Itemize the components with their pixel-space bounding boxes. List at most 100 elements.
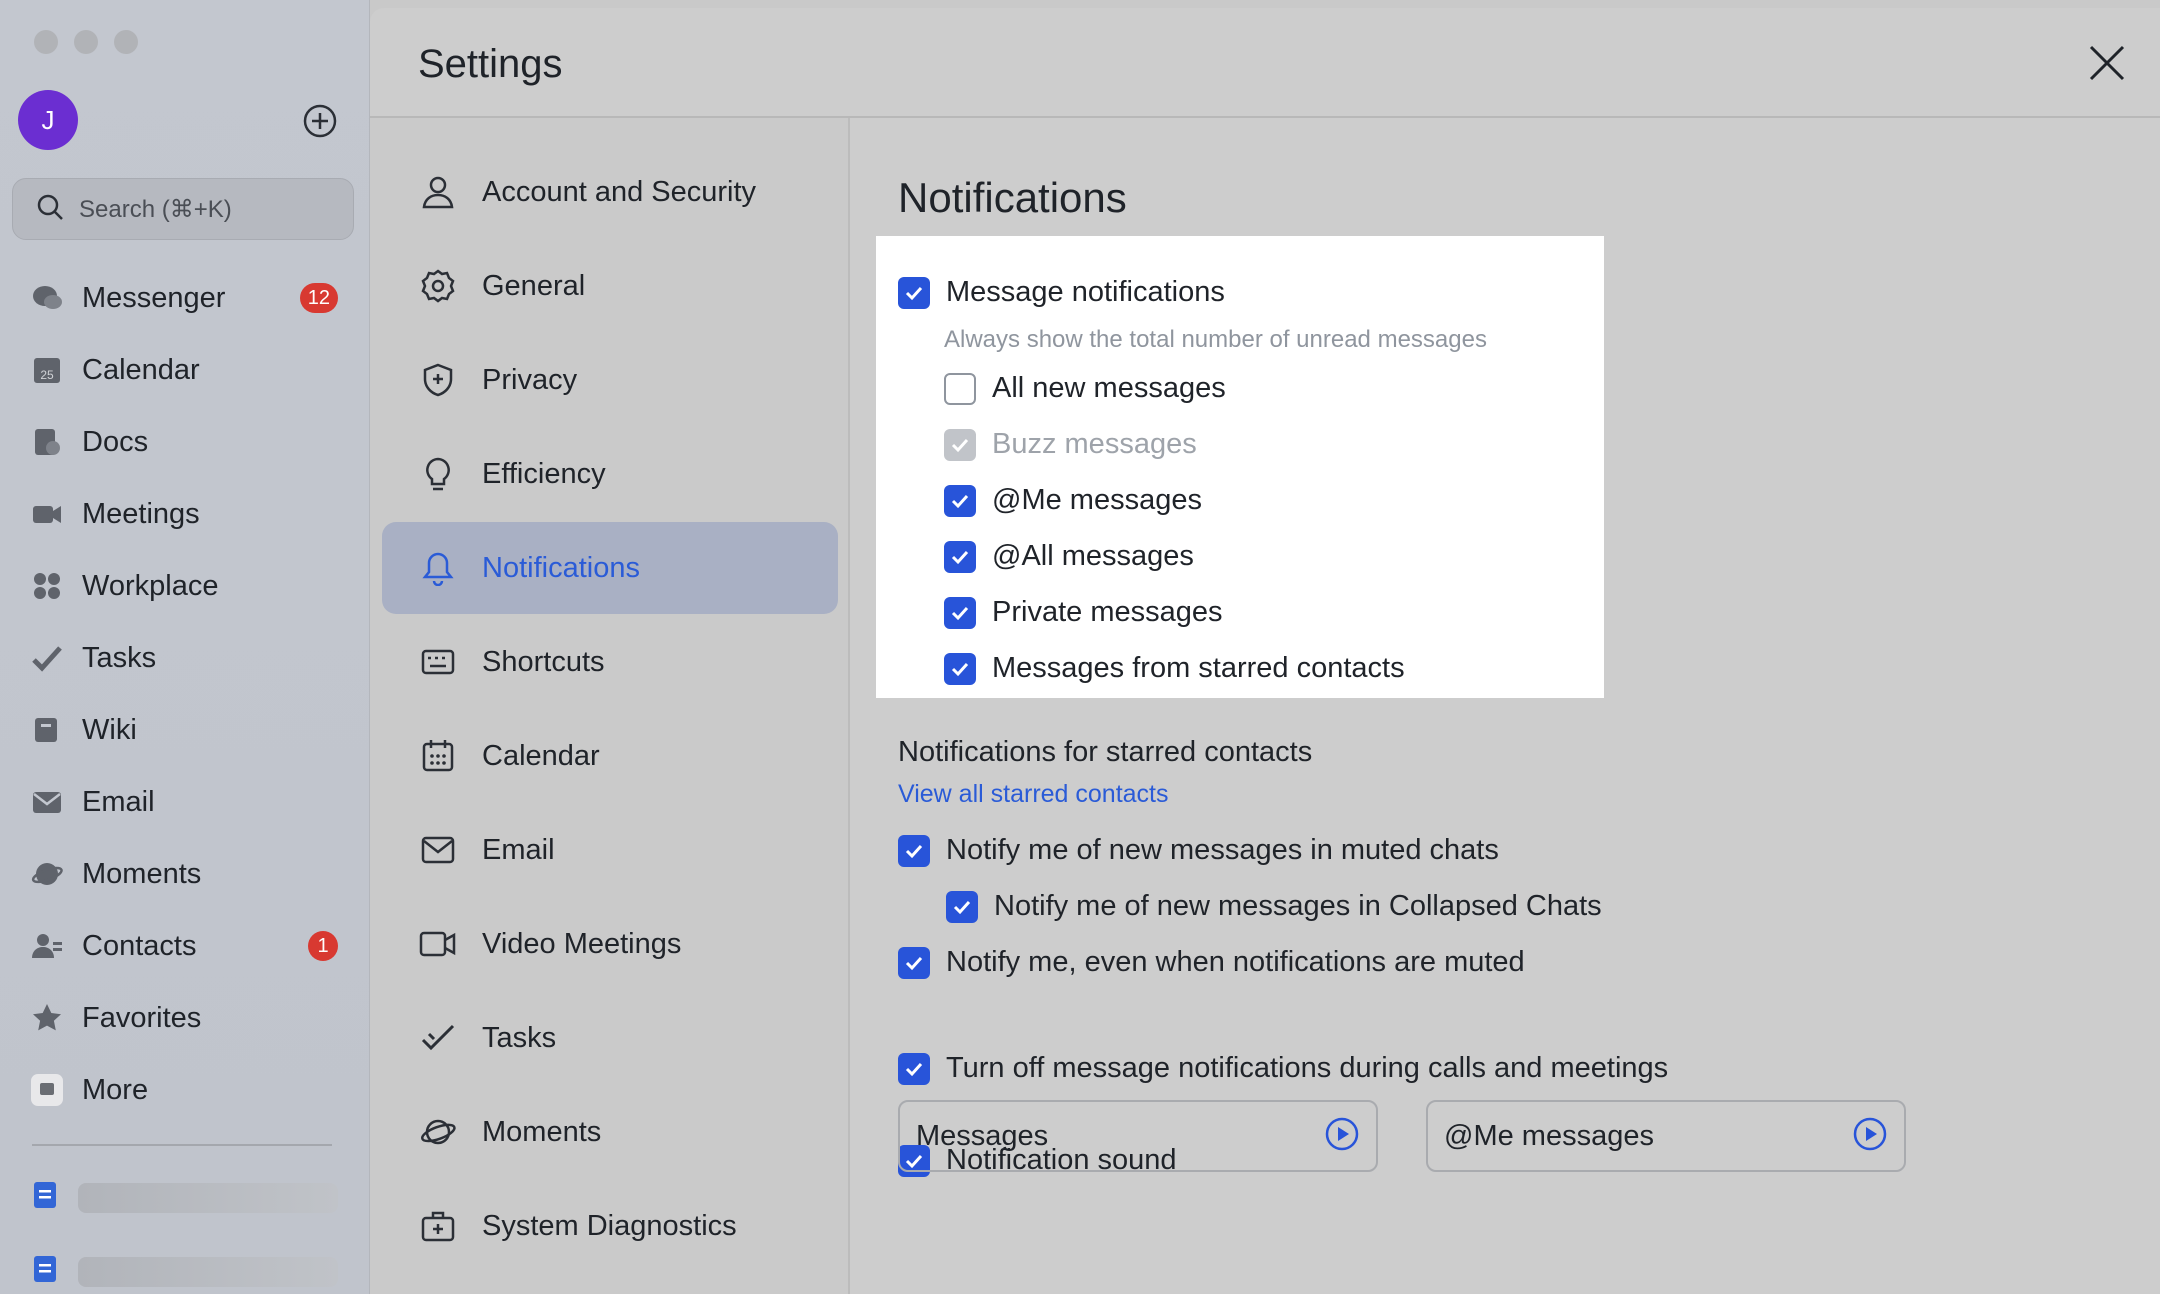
sound-select-me-messages[interactable]: @Me messages [1426, 1100, 1906, 1172]
keyboard-icon [418, 642, 458, 682]
doc-icon [30, 1180, 60, 1215]
sidebar-item-messenger[interactable]: Messenger 12 [30, 270, 350, 326]
sidebar-item-label: Moments [82, 857, 202, 890]
search-icon [35, 192, 65, 227]
checkbox-label: Private messages [992, 596, 1223, 628]
option-notify-when-muted[interactable]: Notify me, even when notifications are m… [898, 946, 1525, 979]
checkbox-label: @Me messages [992, 484, 1202, 516]
contacts-icon [30, 929, 64, 963]
checkbox-label: Message notifications [946, 276, 1225, 308]
sidebar-item-more[interactable]: More [30, 1062, 350, 1118]
sidebar-item-email[interactable]: Email [30, 774, 350, 830]
sidebar-item-workplace[interactable]: Workplace [30, 558, 350, 614]
doc-title-placeholder [78, 1182, 338, 1213]
toolbox-icon [418, 1206, 458, 1246]
sidebar-item-label: Favorites [82, 1001, 202, 1034]
sidebar-item-label: Wiki [82, 713, 137, 746]
workplace-icon [30, 569, 64, 603]
option-starred-contacts[interactable]: Messages from starred contacts [944, 652, 1405, 685]
option-all-messages[interactable]: @All messages [944, 540, 1194, 573]
menu-item-label: Video Meetings [482, 927, 682, 960]
close-window-button[interactable] [34, 30, 58, 54]
doc-icon [30, 1254, 60, 1289]
play-icon[interactable] [1852, 1116, 1888, 1157]
option-all-new-messages[interactable]: All new messages [944, 372, 1226, 405]
checkbox-checked-icon[interactable] [944, 652, 976, 685]
checkbox-checked-icon[interactable] [946, 890, 978, 923]
menu-item-tasks[interactable]: Tasks [382, 992, 838, 1084]
checkbox-checked-icon[interactable] [898, 946, 930, 979]
wiki-icon [30, 713, 64, 747]
sound-select-messages[interactable]: Messages [898, 1100, 1378, 1172]
unread-badge: 12 [299, 283, 338, 313]
menu-item-efficiency[interactable]: Efficiency [382, 428, 838, 520]
sound-select-label: Messages [916, 1119, 1049, 1152]
add-icon[interactable] [302, 103, 338, 139]
menu-item-general[interactable]: General [382, 240, 838, 332]
sidebar-item-contacts[interactable]: Contacts 1 [30, 918, 350, 974]
shield-icon [418, 360, 458, 400]
sidebar-item-meetings[interactable]: Meetings [30, 486, 350, 542]
menu-item-moments[interactable]: Moments [382, 1086, 838, 1178]
menu-item-calendar[interactable]: Calendar [382, 710, 838, 802]
email-icon [30, 785, 64, 819]
checkbox-checked-icon[interactable] [898, 1052, 930, 1085]
menu-item-email[interactable]: Email [382, 804, 838, 896]
checkbox-label: Notify me, even when notifications are m… [946, 946, 1525, 978]
option-calls-meetings[interactable]: Turn off message notifications during ca… [898, 1052, 1668, 1085]
checkbox-label: All new messages [992, 372, 1226, 404]
checkbox-label: @All messages [992, 540, 1194, 572]
checkbox-unchecked-icon[interactable] [944, 372, 976, 405]
checkbox-checked-icon[interactable] [898, 834, 930, 867]
menu-item-label: Account and Security [482, 175, 757, 208]
menu-item-label: Calendar [482, 739, 600, 772]
app-sidebar: J Search (⌘+K) Messenger 12 25 Calendar … [0, 0, 370, 1294]
maximize-window-button[interactable] [114, 30, 138, 54]
sidebar-item-moments[interactable]: Moments [30, 846, 350, 902]
recent-doc-item[interactable] [30, 1254, 338, 1289]
search-placeholder: Search (⌘+K) [79, 195, 232, 223]
menu-item-label: General [482, 269, 586, 302]
option-private-messages[interactable]: Private messages [944, 596, 1223, 629]
sidebar-divider [32, 1144, 332, 1146]
checkbox-checked-icon[interactable] [944, 540, 976, 573]
menu-item-notifications[interactable]: Notifications [382, 522, 838, 614]
checkbox-checked-icon[interactable] [944, 484, 976, 517]
sidebar-item-label: More [82, 1073, 149, 1106]
menu-item-privacy[interactable]: Privacy [382, 334, 838, 426]
sidebar-item-tasks[interactable]: Tasks [30, 630, 350, 686]
menu-item-shortcuts[interactable]: Shortcuts [382, 616, 838, 708]
menu-item-label: Email [482, 833, 555, 866]
checkbox-checked-icon[interactable] [944, 596, 976, 629]
message-notifications-checkbox[interactable]: Message notifications [898, 276, 1225, 309]
unread-badge: 1 [308, 931, 338, 961]
doc-title-placeholder [78, 1256, 338, 1287]
minimize-window-button[interactable] [74, 30, 98, 54]
sidebar-item-wiki[interactable]: Wiki [30, 702, 350, 758]
option-me-messages[interactable]: @Me messages [944, 484, 1202, 517]
svg-text:25: 25 [40, 368, 54, 382]
sidebar-item-docs[interactable]: Docs [30, 414, 350, 470]
menu-item-video-meetings[interactable]: Video Meetings [382, 898, 838, 990]
sidebar-item-label: Email [82, 785, 155, 818]
sidebar-item-favorites[interactable]: Favorites [30, 990, 350, 1046]
tasks-icon [30, 641, 64, 675]
sidebar-item-label: Calendar [82, 353, 200, 386]
play-icon[interactable] [1324, 1116, 1360, 1157]
messenger-icon [30, 281, 64, 315]
avatar[interactable]: J [18, 90, 78, 150]
menu-item-label: Notifications [482, 551, 640, 584]
settings-header: Settings [370, 8, 2160, 118]
view-starred-contacts-link[interactable]: View all starred contacts [898, 780, 1169, 809]
menu-item-label: Shortcuts [482, 645, 605, 678]
menu-item-account-security[interactable]: Account and Security [382, 146, 838, 238]
recent-doc-item[interactable] [30, 1180, 338, 1215]
checkbox-checked-icon[interactable] [898, 276, 930, 309]
option-collapsed-chats[interactable]: Notify me of new messages in Collapsed C… [946, 890, 1602, 923]
close-icon[interactable] [2080, 36, 2134, 90]
menu-item-system-diagnostics[interactable]: System Diagnostics [382, 1180, 838, 1272]
option-muted-chats[interactable]: Notify me of new messages in muted chats [898, 834, 1499, 867]
search-box[interactable]: Search (⌘+K) [12, 178, 354, 240]
sidebar-item-calendar[interactable]: 25 Calendar [30, 342, 350, 398]
meetings-icon [30, 497, 64, 531]
